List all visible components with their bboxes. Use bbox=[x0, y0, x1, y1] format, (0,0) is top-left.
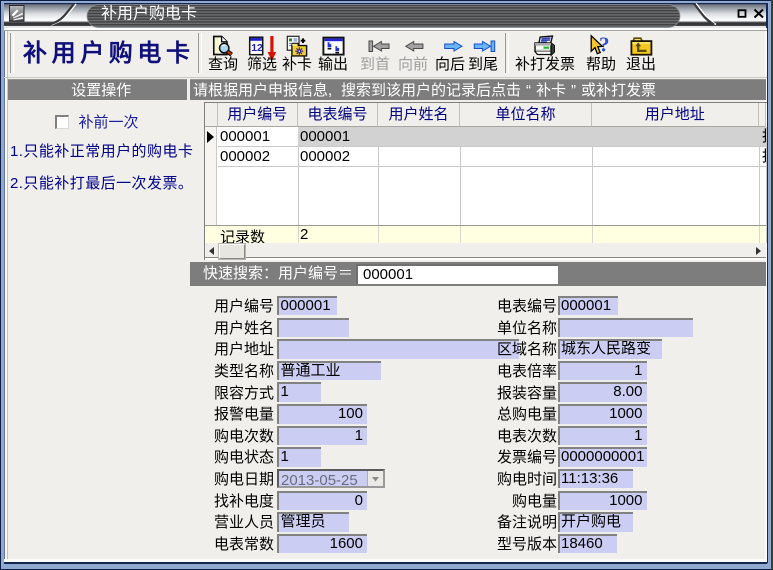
svg-text:12: 12 bbox=[251, 42, 263, 54]
svg-text:补用户购电卡: 补用户购电卡 bbox=[101, 4, 197, 22]
